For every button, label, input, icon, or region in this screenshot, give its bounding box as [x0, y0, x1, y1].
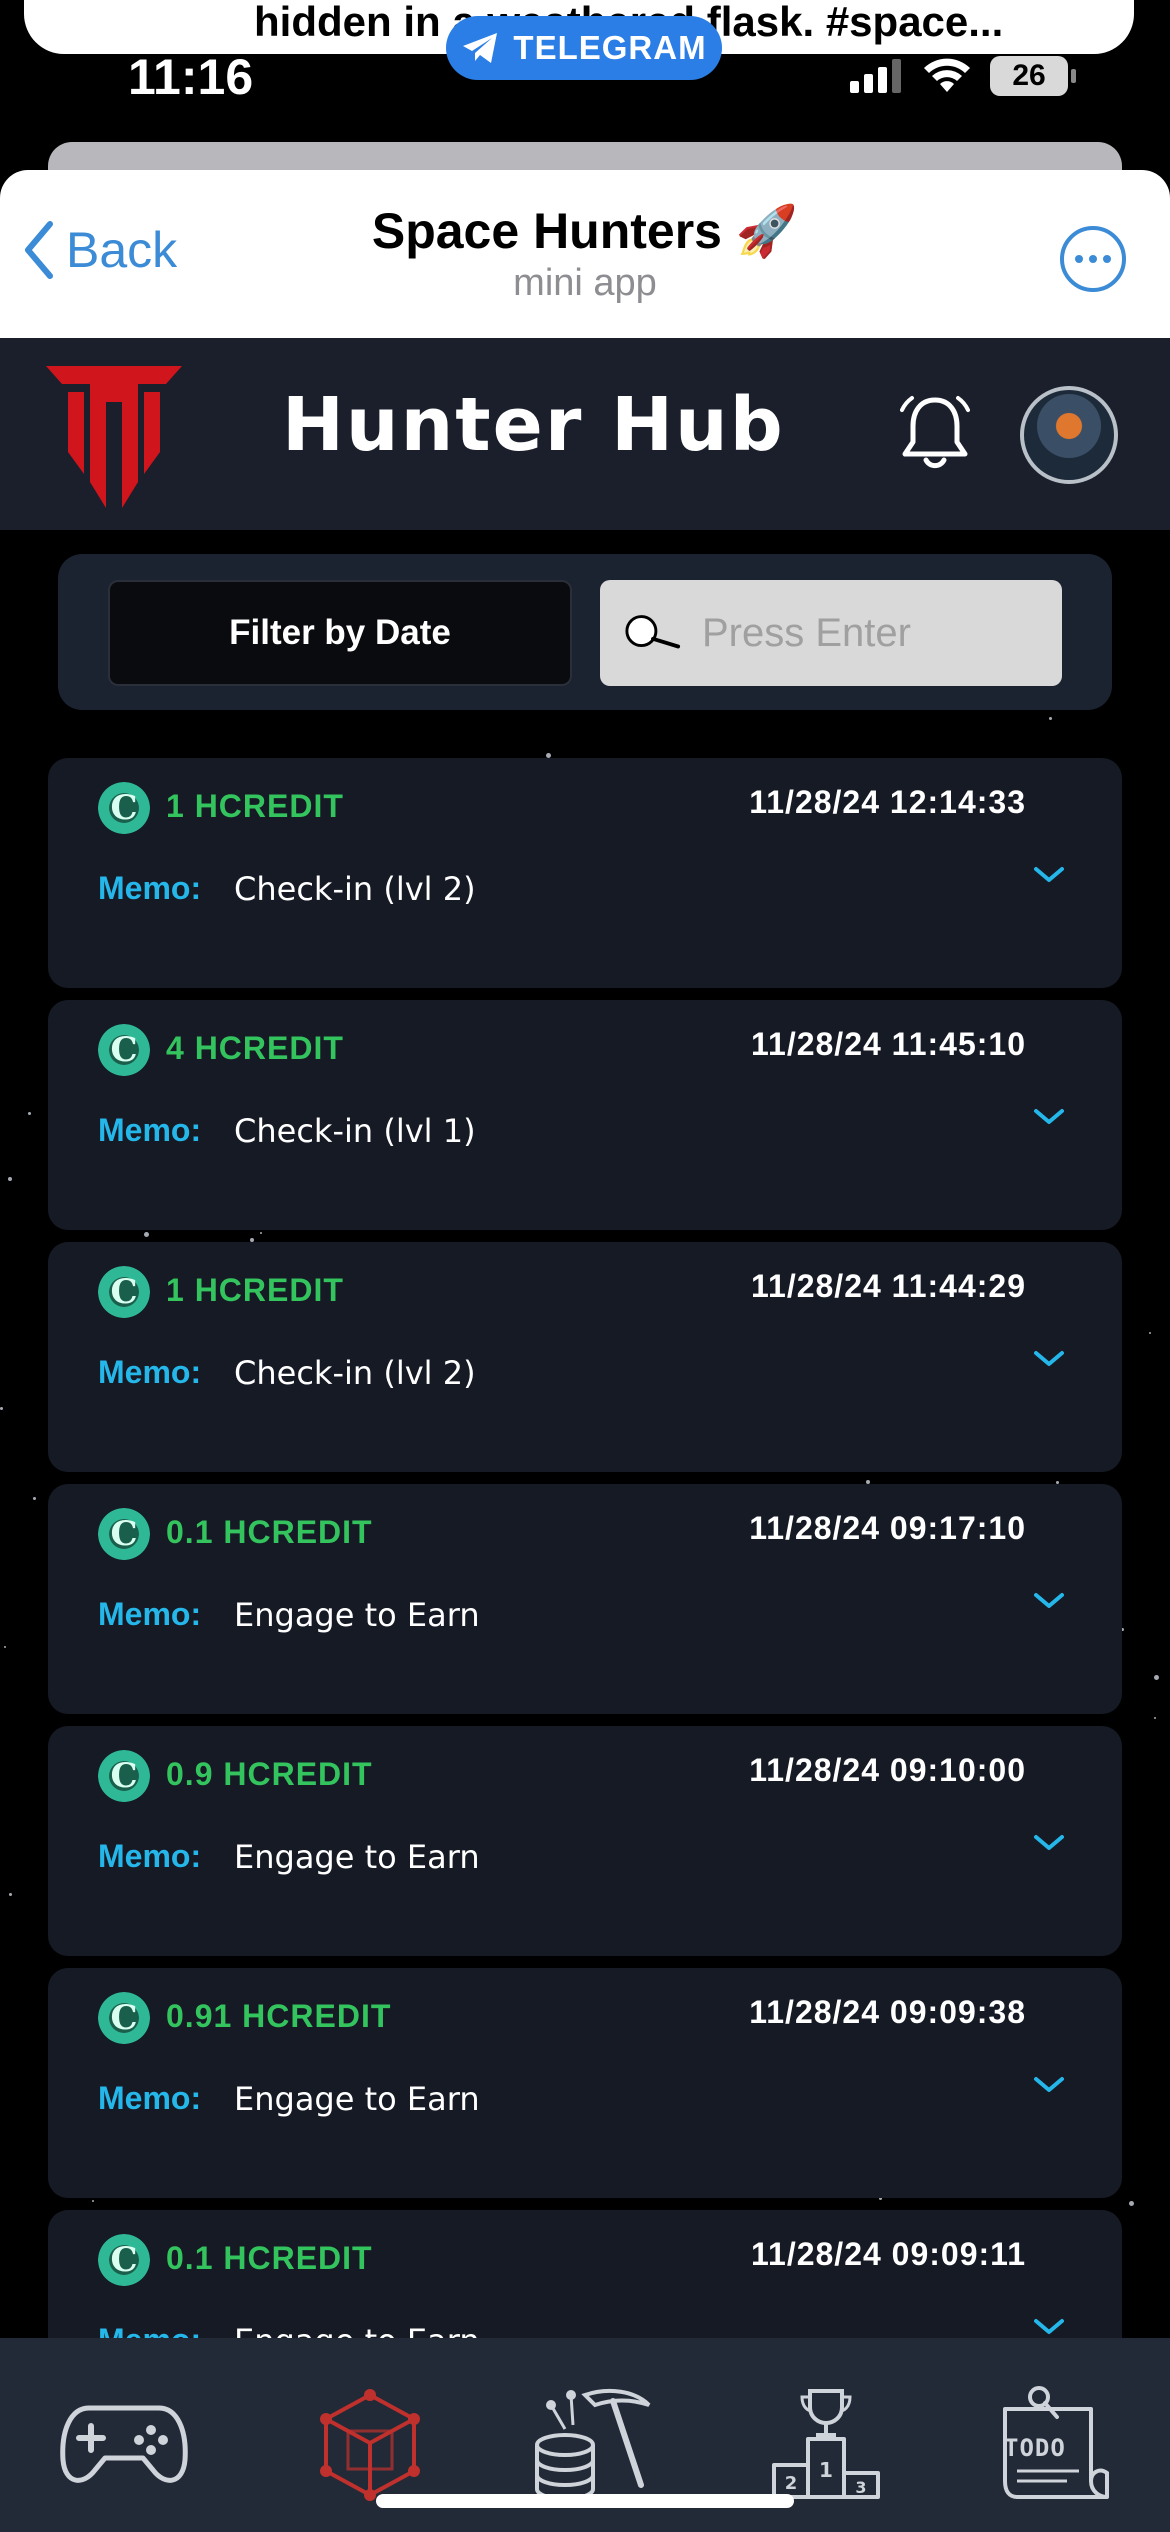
- hcredit-coin-icon: C: [98, 782, 150, 834]
- star: [4, 1646, 6, 1648]
- telegram-source-pill[interactable]: TELEGRAM: [446, 16, 722, 80]
- user-avatar[interactable]: [1020, 386, 1118, 484]
- svg-text:3: 3: [855, 2478, 866, 2497]
- memo-value: Engage to Earn: [234, 2080, 480, 2118]
- mini-app-title: Space Hunters 🚀: [371, 203, 799, 259]
- nav-todo[interactable]: TODO: [980, 2380, 1120, 2510]
- star: [1049, 717, 1052, 720]
- memo-label: Memo:: [98, 1596, 202, 1632]
- mining-icon: [535, 2388, 651, 2501]
- transaction-amount: 0.91 HCREDIT: [166, 1998, 392, 2034]
- nav-mining[interactable]: [520, 2380, 660, 2510]
- signal-icon: [850, 59, 901, 93]
- star: [1154, 1717, 1156, 1719]
- mini-app-subtitle: mini app: [513, 262, 657, 304]
- transaction-date: 11/28/24 11:45:10: [750, 1026, 1026, 1062]
- transaction-card[interactable]: C 1 HCREDIT 11/28/24 11:44:29 Memo: Check-in…: [48, 1242, 1122, 1472]
- memo-value: Engage to Earn: [234, 1596, 480, 1634]
- svg-text:1: 1: [819, 2458, 833, 2482]
- search-box[interactable]: [600, 580, 1062, 686]
- transaction-list[interactable]: C 1 HCREDIT 11/28/24 12:14:33 Memo: Check-in…: [48, 758, 1122, 2338]
- chevron-down-icon[interactable]: [1032, 1584, 1066, 1618]
- filter-panel: Filter by Date: [58, 554, 1112, 710]
- transaction-amount: 1 HCREDIT: [166, 788, 344, 824]
- transaction-amount: 4 HCREDIT: [166, 1030, 344, 1066]
- star: [9, 1893, 12, 1896]
- transaction-card[interactable]: C 4 HCREDIT 11/28/24 11:45:10 Memo: Check-in…: [48, 1000, 1122, 1230]
- star: [33, 1497, 36, 1500]
- star: [1149, 1332, 1151, 1334]
- wifi-icon: [924, 58, 970, 92]
- nav-inventory[interactable]: [300, 2380, 440, 2510]
- transaction-card[interactable]: C 0.1 HCREDIT 11/28/24 09:17:10 Memo: Engage…: [48, 1484, 1122, 1714]
- battery-indicator: 26: [990, 56, 1076, 96]
- star: [28, 1112, 31, 1115]
- telegram-header: Back Space Hunters 🚀 mini app: [0, 170, 1170, 338]
- memo-label: Memo:: [98, 1354, 202, 1390]
- transaction-amount: 0.9 HCREDIT: [166, 1756, 373, 1792]
- memo-value: Check-in (lvl 2): [234, 1354, 476, 1392]
- star: [8, 1177, 12, 1181]
- transaction-date: 11/28/24 09:17:10: [749, 1510, 1026, 1546]
- memo-value: Engage to Earn: [234, 1838, 480, 1876]
- nav-games[interactable]: [54, 2380, 194, 2510]
- memo-value: Check-in (lvl 2): [234, 870, 476, 908]
- gamepad-icon: [60, 2405, 188, 2483]
- hcredit-coin-icon: C: [98, 1024, 150, 1076]
- svg-text:2: 2: [785, 2473, 798, 2494]
- memo-value: Check-in (lvl 1): [234, 1112, 476, 1150]
- chevron-down-icon[interactable]: [1032, 1826, 1066, 1860]
- search-input[interactable]: [702, 610, 1062, 656]
- memo-label: Memo:: [98, 870, 202, 906]
- filter-by-date-button[interactable]: Filter by Date: [108, 580, 572, 686]
- transaction-card[interactable]: C 1 HCREDIT 11/28/24 12:14:33 Memo: Check-in…: [48, 758, 1122, 988]
- hunter-logo-icon: [46, 366, 182, 508]
- chevron-down-icon[interactable]: [1032, 858, 1066, 892]
- hcredit-coin-icon: C: [98, 1750, 150, 1802]
- transaction-date: 11/28/24 09:10:00: [749, 1752, 1026, 1788]
- star: [0, 1407, 3, 1410]
- transaction-date: 11/28/24 09:09:11: [750, 2236, 1026, 2272]
- hcredit-coin-icon: C: [98, 1266, 150, 1318]
- todo-text: TODO: [1004, 2434, 1066, 2462]
- status-time: 11:16: [128, 49, 254, 105]
- transaction-card[interactable]: C 0.9 HCREDIT 11/28/24 09:10:00 Memo: Engage…: [48, 1726, 1122, 1956]
- transaction-amount: 0.1 HCREDIT: [166, 1514, 373, 1550]
- star: [1154, 1675, 1159, 1680]
- chevron-down-icon[interactable]: [1032, 1342, 1066, 1376]
- app-title: Hunter Hub: [282, 382, 785, 468]
- transaction-card[interactable]: C 0.91 HCREDIT 11/28/24 09:09:38 Memo: Engag…: [48, 1968, 1122, 2198]
- transaction-date: 11/28/24 09:09:38: [749, 1994, 1026, 2030]
- chevron-down-icon[interactable]: [1032, 2310, 1066, 2338]
- search-icon: [625, 615, 681, 649]
- memo-label: Memo:: [98, 2080, 202, 2116]
- cube-icon: [320, 2389, 420, 2501]
- home-indicator[interactable]: [376, 2494, 794, 2508]
- leaderboard-icon: 1 2 3: [772, 2389, 880, 2499]
- more-options-button[interactable]: [1060, 226, 1126, 292]
- memo-value: Engage to Earn: [234, 2322, 480, 2338]
- transaction-amount: 1 HCREDIT: [166, 1272, 344, 1308]
- memo-label: Memo:: [98, 1112, 202, 1148]
- bell-icon[interactable]: [900, 394, 970, 472]
- telegram-plane-icon: [463, 33, 498, 63]
- hcredit-coin-icon: C: [98, 2234, 150, 2286]
- transaction-date: 11/28/24 12:14:33: [749, 784, 1026, 820]
- transaction-date: 11/28/24 11:44:29: [750, 1268, 1026, 1304]
- hcredit-coin-icon: C: [98, 1992, 150, 2044]
- hcredit-coin-icon: C: [98, 1508, 150, 1560]
- memo-label: Memo:: [98, 2322, 201, 2338]
- memo-label: Memo:: [98, 1838, 202, 1874]
- chevron-down-icon[interactable]: [1032, 2068, 1066, 2102]
- app-header: Hunter Hub: [0, 338, 1170, 530]
- transaction-card[interactable]: C 0.1 HCREDIT 11/28/24 09:09:11 Memo: Engage…: [48, 2210, 1122, 2338]
- status-icons: 26: [850, 56, 1076, 96]
- transaction-amount: 0.1 HCREDIT: [166, 2240, 373, 2276]
- telegram-label: TELEGRAM: [513, 29, 707, 66]
- star: [1129, 2201, 1134, 2206]
- nav-leaderboard[interactable]: 1 2 3: [756, 2380, 896, 2510]
- chevron-down-icon[interactable]: [1032, 1100, 1066, 1134]
